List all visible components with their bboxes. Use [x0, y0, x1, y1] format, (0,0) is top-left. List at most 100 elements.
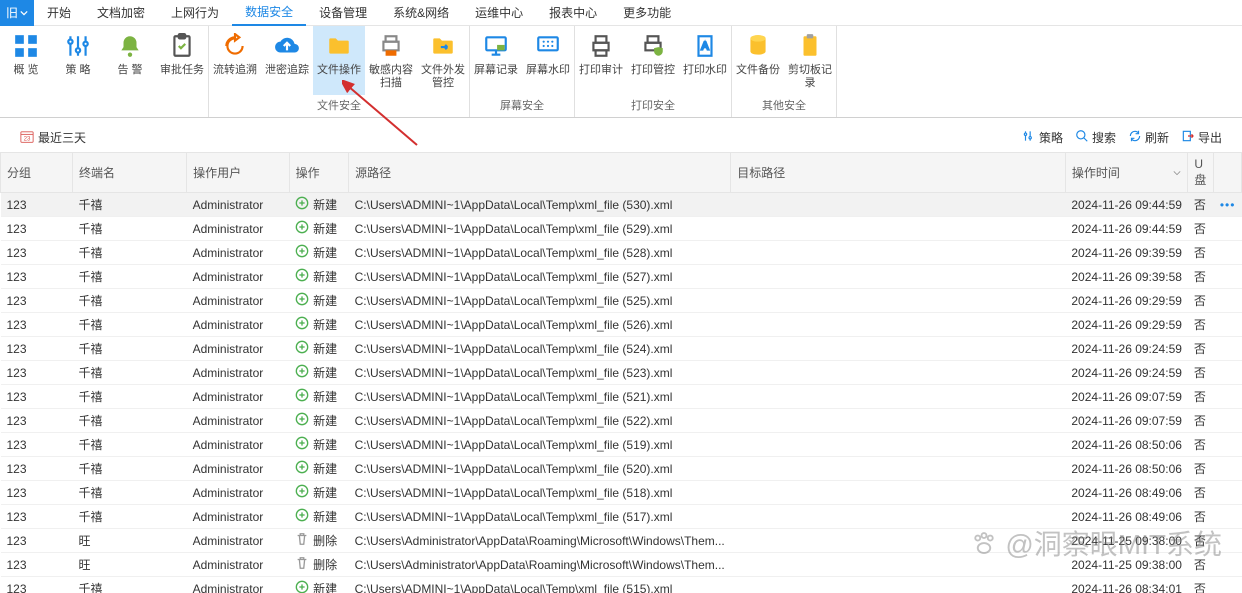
- table-row[interactable]: 123千禧Administrator新建C:\Users\ADMINI~1\Ap…: [1, 457, 1242, 481]
- cell: 123: [1, 433, 73, 457]
- filter-search-button[interactable]: 搜索: [1075, 129, 1116, 146]
- ribbon-label: 打印管控: [631, 64, 675, 77]
- row-more-cell: [1214, 265, 1242, 289]
- cell: 新建: [289, 457, 349, 481]
- ribbon-alarm[interactable]: 告 警: [104, 26, 156, 111]
- table-row[interactable]: 123千禧Administrator新建C:\Users\ADMINI~1\Ap…: [1, 577, 1242, 593]
- old-version-button[interactable]: 旧: [0, 0, 34, 26]
- table-row[interactable]: 123千禧Administrator新建C:\Users\ADMINI~1\Ap…: [1, 241, 1242, 265]
- ribbon-overview[interactable]: 概 览: [0, 26, 52, 111]
- cell: 2024-11-26 09:07:59: [1065, 409, 1188, 433]
- ribbon-print-wm[interactable]: A打印水印: [679, 26, 731, 95]
- ribbon-screen-record[interactable]: 屏幕记录: [470, 26, 522, 95]
- menu-tab-4[interactable]: 设备管理: [306, 0, 380, 26]
- cell: [731, 433, 1066, 457]
- cell: 千禧: [72, 433, 186, 457]
- col-header-4[interactable]: 源路径: [349, 153, 731, 193]
- menu-tab-3[interactable]: 数据安全: [232, 0, 306, 26]
- menu-tabs: 开始文档加密上网行为数据安全设备管理系统&网络运维中心报表中心更多功能: [34, 0, 684, 26]
- row-more-cell: [1214, 313, 1242, 337]
- col-header-3[interactable]: 操作: [289, 153, 349, 193]
- cell: Administrator: [187, 361, 290, 385]
- cell: [731, 361, 1066, 385]
- menu-tab-7[interactable]: 报表中心: [536, 0, 610, 26]
- cell: Administrator: [187, 481, 290, 505]
- menu-tab-6[interactable]: 运维中心: [462, 0, 536, 26]
- table-row[interactable]: 123千禧Administrator新建C:\Users\ADMINI~1\Ap…: [1, 217, 1242, 241]
- ribbon-file-ops[interactable]: 文件操作: [313, 26, 365, 95]
- col-header-6[interactable]: 操作时间: [1065, 153, 1188, 193]
- ribbon-file-backup[interactable]: 文件备份: [732, 26, 784, 95]
- cell: 123: [1, 217, 73, 241]
- ribbon-group-0: 概 览策 略告 警 审批任务: [0, 26, 209, 117]
- filter-refresh-button[interactable]: 刷新: [1128, 129, 1169, 146]
- cell: 千禧: [72, 337, 186, 361]
- ribbon-label: 文件操作: [317, 64, 361, 77]
- op-label: 新建: [313, 364, 337, 381]
- table-row[interactable]: 123千禧Administrator新建C:\Users\ADMINI~1\Ap…: [1, 433, 1242, 457]
- cell: [731, 409, 1066, 433]
- table-row[interactable]: 123千禧Administrator新建C:\Users\ADMINI~1\Ap…: [1, 313, 1242, 337]
- ribbon-screen-wm[interactable]: 屏幕水印: [522, 26, 574, 95]
- ribbon-file-out[interactable]: 文件外发管控: [417, 26, 469, 95]
- cell: Administrator: [187, 265, 290, 289]
- col-header-2[interactable]: 操作用户: [187, 153, 290, 193]
- cell: C:\Users\ADMINI~1\AppData\Local\Temp\xml…: [349, 241, 731, 265]
- table-row[interactable]: 123千禧Administrator新建C:\Users\ADMINI~1\Ap…: [1, 337, 1242, 361]
- cell: 删除: [289, 529, 349, 553]
- ribbon-sens-scan[interactable]: 敏感内容扫描: [365, 26, 417, 95]
- menu-tab-8[interactable]: 更多功能: [610, 0, 684, 26]
- date-filter[interactable]: 23 最近三天: [20, 129, 86, 146]
- table-row[interactable]: 123旺Administrator删除C:\Users\Administrato…: [1, 529, 1242, 553]
- plus-circle-icon: [295, 508, 309, 525]
- cell: 123: [1, 457, 73, 481]
- table-row[interactable]: 123千禧Administrator新建C:\Users\ADMINI~1\Ap…: [1, 289, 1242, 313]
- ribbon-print-ctrl[interactable]: 打印管控: [627, 26, 679, 95]
- table-row[interactable]: 123旺Administrator删除C:\Users\Administrato…: [1, 553, 1242, 577]
- cell: 123: [1, 361, 73, 385]
- ribbon-print-audit[interactable]: 打印审计: [575, 26, 627, 95]
- ribbon-flow-trace[interactable]: 流转追溯: [209, 26, 261, 95]
- ribbon-leak-trace[interactable]: 泄密追踪: [261, 26, 313, 95]
- cell: 123: [1, 193, 73, 217]
- ribbon-approval[interactable]: 审批任务: [156, 26, 208, 111]
- op-label: 新建: [313, 220, 337, 237]
- cell: [731, 529, 1066, 553]
- op-label: 新建: [313, 580, 337, 593]
- cell: 新建: [289, 433, 349, 457]
- menu-tab-2[interactable]: 上网行为: [158, 0, 232, 26]
- chevron-down-icon: [20, 9, 28, 17]
- row-more-cell[interactable]: •••: [1214, 193, 1242, 217]
- calendar-icon: 23: [20, 130, 34, 144]
- plus-circle-icon: [295, 412, 309, 429]
- menu-tab-0[interactable]: 开始: [34, 0, 84, 26]
- table-row[interactable]: 123千禧Administrator新建C:\Users\ADMINI~1\Ap…: [1, 361, 1242, 385]
- row-more-cell: [1214, 409, 1242, 433]
- menu-tab-5[interactable]: 系统&网络: [380, 0, 462, 26]
- ribbon-clipboard-rec[interactable]: 剪切板记录: [784, 26, 836, 95]
- table-row[interactable]: 123千禧Administrator新建C:\Users\ADMINI~1\Ap…: [1, 265, 1242, 289]
- monitor-icon: [482, 32, 510, 60]
- col-header-0[interactable]: 分组: [1, 153, 73, 193]
- cell: 新建: [289, 505, 349, 529]
- col-header-5[interactable]: 目标路径: [731, 153, 1066, 193]
- table-row[interactable]: 123千禧Administrator新建C:\Users\ADMINI~1\Ap…: [1, 409, 1242, 433]
- more-icon[interactable]: •••: [1220, 198, 1236, 212]
- col-header-7[interactable]: U盘: [1188, 153, 1214, 193]
- cell: 否: [1188, 433, 1214, 457]
- ribbon-label: 告 警: [117, 64, 142, 77]
- filter-export-button[interactable]: 导出: [1181, 129, 1222, 146]
- cell: 千禧: [72, 409, 186, 433]
- filter-policy-button[interactable]: 策略: [1022, 129, 1063, 146]
- ribbon-policy[interactable]: 策 略: [52, 26, 104, 111]
- cell: 新建: [289, 337, 349, 361]
- filter-btn-label: 导出: [1198, 129, 1222, 146]
- table-row[interactable]: 123千禧Administrator新建C:\Users\ADMINI~1\Ap…: [1, 385, 1242, 409]
- table-row[interactable]: 123千禧Administrator新建C:\Users\ADMINI~1\Ap…: [1, 193, 1242, 217]
- table-row[interactable]: 123千禧Administrator新建C:\Users\ADMINI~1\Ap…: [1, 481, 1242, 505]
- table-row[interactable]: 123千禧Administrator新建C:\Users\ADMINI~1\Ap…: [1, 505, 1242, 529]
- row-more-cell: [1214, 457, 1242, 481]
- col-header-1[interactable]: 终端名: [72, 153, 186, 193]
- menu-tab-1[interactable]: 文档加密: [84, 0, 158, 26]
- plus-circle-icon: [295, 364, 309, 381]
